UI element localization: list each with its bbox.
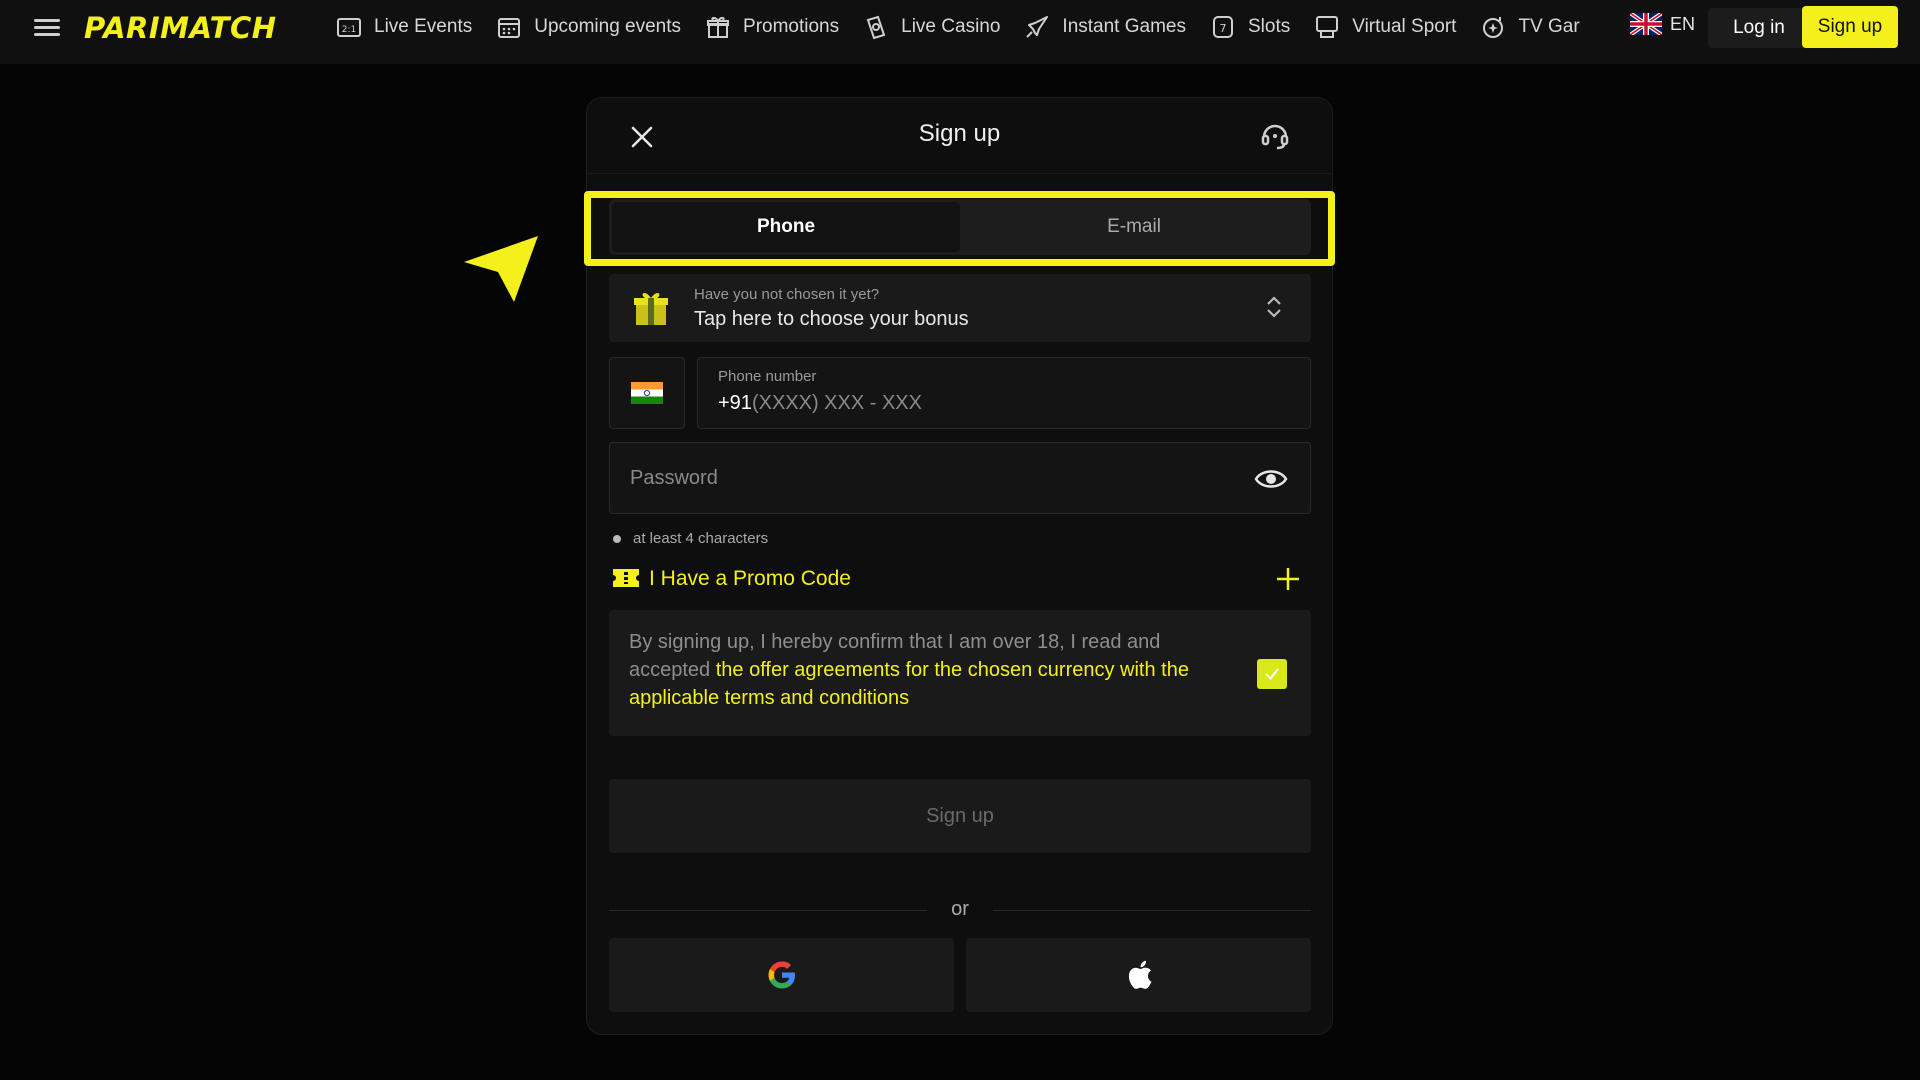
nav-label: Live Casino xyxy=(901,16,1001,37)
nav-label: Promotions xyxy=(743,16,840,37)
nav-label: Slots xyxy=(1247,16,1291,37)
phone-input[interactable]: +91(XXXX) XXX - XXX xyxy=(718,392,922,415)
nav-item-virtual-sport[interactable]: Virtual Sport xyxy=(1314,14,1456,40)
parimatch-logo[interactable]: PARIMATCH xyxy=(84,10,277,46)
rocket-icon xyxy=(1026,16,1049,38)
phone-label: Phone number xyxy=(718,368,817,385)
language-selector[interactable]: EN xyxy=(1630,13,1695,35)
tv-games-icon xyxy=(1483,17,1504,38)
nav-item-live-events[interactable]: 2:1 Live Events xyxy=(336,14,472,40)
live-events-badge: 2:1 xyxy=(342,25,356,35)
or-divider: or xyxy=(609,898,1311,922)
apple-icon xyxy=(1128,960,1151,989)
password-rule: at least 4 characters xyxy=(613,530,768,547)
modal-title: Sign up xyxy=(918,120,1001,147)
nav-label: Upcoming events xyxy=(534,16,682,37)
language-code: EN xyxy=(1670,13,1696,34)
nav-item-upcoming-events[interactable]: Upcoming events xyxy=(496,14,681,40)
virtual-sport-icon xyxy=(1316,16,1339,38)
menu-icon[interactable] xyxy=(34,16,60,40)
calendar-icon xyxy=(498,18,521,38)
nav-item-instant-games[interactable]: Instant Games xyxy=(1024,14,1186,40)
signup-modal: Sign up Phone E-mail Have you not chosen… xyxy=(584,97,1335,1035)
support-headset-icon[interactable] xyxy=(1259,120,1291,152)
terms-checkbox[interactable] xyxy=(1257,659,1287,689)
nav-item-tv-games[interactable]: TV Gar xyxy=(1480,14,1580,40)
nav-label: Live Events xyxy=(374,16,473,37)
phone-prefix: +91 xyxy=(718,392,752,414)
apple-signin-button[interactable] xyxy=(966,938,1311,1012)
plus-icon[interactable] xyxy=(1275,566,1301,592)
casino-chip-icon xyxy=(866,15,886,40)
divider-line-right xyxy=(993,910,1311,911)
gift-icon xyxy=(707,16,730,38)
chevron-updown-icon xyxy=(1267,296,1281,318)
password-placeholder: Password xyxy=(630,467,718,489)
checkmark-icon xyxy=(1265,668,1279,681)
slots-badge: 7 xyxy=(1219,22,1226,35)
google-icon xyxy=(768,961,795,989)
login-button[interactable]: Log in xyxy=(1708,8,1810,48)
live-events-icon: 2:1 xyxy=(337,18,361,37)
nav-item-live-casino[interactable]: Live Casino xyxy=(863,14,1000,40)
nav-item-promotions[interactable]: Promotions xyxy=(705,14,839,40)
signup-submit-button[interactable]: Sign up xyxy=(609,779,1311,853)
divider-text: or xyxy=(951,898,969,920)
terms-agreement: By signing up, I hereby confirm that I a… xyxy=(609,610,1311,736)
slot-icon: 7 xyxy=(1212,16,1233,38)
signup-method-tabs: Phone E-mail xyxy=(609,199,1311,255)
nav-label: TV Gar xyxy=(1518,16,1580,37)
promo-code-toggle[interactable]: I Have a Promo Code xyxy=(609,561,1311,597)
tab-phone[interactable]: Phone xyxy=(612,202,960,252)
terms-text: By signing up, I hereby confirm that I a… xyxy=(629,628,1229,712)
modal-header: Sign up xyxy=(587,98,1332,174)
phone-mask: (XXXX) XXX - XXX xyxy=(751,392,922,414)
tab-email[interactable]: E-mail xyxy=(960,202,1308,252)
google-signin-button[interactable] xyxy=(609,938,954,1012)
ticket-icon xyxy=(613,569,639,587)
country-code-selector[interactable] xyxy=(609,357,685,429)
india-flag-icon xyxy=(631,382,663,404)
bonus-label: Tap here to choose your bonus xyxy=(694,308,969,330)
gift-box-icon xyxy=(634,292,668,325)
promo-code-label: I Have a Promo Code xyxy=(649,567,851,590)
main-nav: 2:1 Live Events Upcoming events Promotio… xyxy=(336,0,1610,54)
rule-bullet xyxy=(613,534,621,543)
pointer-arrow-icon xyxy=(464,236,538,302)
nav-label: Virtual Sport xyxy=(1352,16,1457,37)
divider-line-left xyxy=(609,910,927,911)
signup-header-button[interactable]: Sign up xyxy=(1802,6,1898,48)
eye-icon[interactable] xyxy=(1254,465,1288,493)
bonus-hint: Have you not chosen it yet? xyxy=(694,286,880,303)
top-navigation-bar: PARIMATCH 2:1 Live Events Upcoming event… xyxy=(0,0,1920,64)
nav-label: Instant Games xyxy=(1062,16,1186,37)
password-field[interactable]: Password xyxy=(609,442,1311,514)
bonus-selector[interactable]: Have you not chosen it yet? Tap here to … xyxy=(609,274,1311,342)
password-rule-text: at least 4 characters xyxy=(633,530,769,547)
nav-item-slots[interactable]: 7 Slots xyxy=(1210,14,1290,40)
uk-flag-icon xyxy=(1630,13,1662,35)
phone-number-field[interactable]: Phone number +91(XXXX) XXX - XXX xyxy=(697,357,1311,429)
